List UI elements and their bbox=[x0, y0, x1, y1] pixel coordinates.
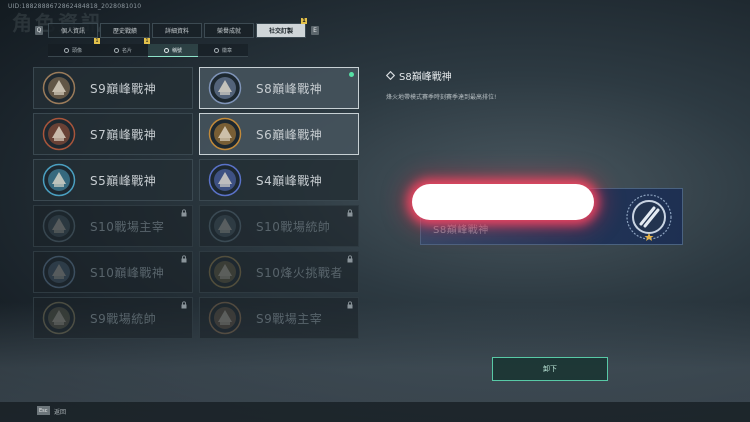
footer-bar bbox=[0, 402, 750, 422]
redaction-mark bbox=[412, 184, 594, 220]
title-icon bbox=[163, 47, 169, 53]
lock-icon bbox=[347, 255, 353, 263]
tab-label: 榮譽成就 bbox=[216, 28, 241, 35]
subtab-title[interactable]: 稱號 bbox=[148, 44, 198, 57]
subtab-label: 稱號 bbox=[171, 47, 182, 54]
tab-social-custom[interactable]: 社交訂製 1 bbox=[256, 18, 307, 38]
banner-title-text: S8巔峰戰神 bbox=[433, 225, 489, 236]
tab-label: 詳細資料 bbox=[164, 28, 189, 35]
main-tabs: 個人資訊 歷史戰績 詳細資料 榮譽成就 社交訂製 1 bbox=[48, 18, 307, 38]
title-card[interactable]: S10巔峰戰神 bbox=[33, 251, 193, 293]
notification-badge: 1 bbox=[301, 18, 307, 24]
lock-icon bbox=[347, 209, 353, 217]
prev-tab-key-hint[interactable]: Q bbox=[35, 26, 43, 35]
detail-title: S8巔峰戰神 bbox=[386, 68, 452, 83]
title-card[interactable]: S10烽火挑戰者 bbox=[199, 251, 359, 293]
tab-achievements[interactable]: 榮譽成就 bbox=[204, 23, 254, 38]
back-label: 返回 bbox=[54, 409, 67, 416]
avatar-icon bbox=[63, 47, 69, 53]
title-card[interactable]: S9巔峰戰神 bbox=[33, 67, 193, 109]
equipped-indicator bbox=[349, 72, 354, 77]
title-card-name: S10戰場統帥 bbox=[256, 219, 331, 234]
sub-tabs: 頭像 1 名片 1 稱號 徽章 bbox=[48, 38, 248, 57]
subtab-label: 名片 bbox=[121, 47, 132, 54]
title-card-name: S9戰場主宰 bbox=[256, 311, 323, 326]
unequip-button[interactable]: 卸下 bbox=[492, 357, 608, 381]
title-card[interactable]: S10戰場主宰 bbox=[33, 205, 193, 247]
title-card[interactable]: S9戰場主宰 bbox=[199, 297, 359, 339]
detail-description: 烽火地帶模式賽季時刻賽季達到最高排位! bbox=[386, 94, 497, 101]
s8-emblem-icon bbox=[626, 194, 672, 241]
subtab-namecard[interactable]: 名片 1 bbox=[98, 38, 150, 57]
title-grid: S9巔峰戰神 S8巔峰戰神 S7巔峰戰神 S6巔峰戰神 S5巔峰戰神 S4巔峰戰神 S10戰… bbox=[33, 67, 359, 339]
s10-commander-emblem-icon bbox=[208, 209, 242, 243]
detail-title-text: S8巔峰戰神 bbox=[399, 72, 452, 83]
lock-icon bbox=[181, 301, 187, 309]
s7-emblem-icon bbox=[42, 117, 76, 151]
title-card[interactable]: S6巔峰戰神 bbox=[199, 113, 359, 155]
title-card-name: S4巔峰戰神 bbox=[256, 173, 323, 188]
next-tab-key-hint[interactable]: E bbox=[311, 26, 319, 35]
tab-label: 個人資訊 bbox=[60, 28, 85, 35]
esc-key-hint[interactable]: Esc bbox=[37, 406, 50, 415]
s9-emblem-icon bbox=[42, 71, 76, 105]
s10-challenger-emblem-icon bbox=[208, 255, 242, 289]
s6-emblem-icon bbox=[208, 117, 242, 151]
title-card-name: S6巔峰戰神 bbox=[256, 127, 323, 142]
title-card[interactable]: S4巔峰戰神 bbox=[199, 159, 359, 201]
s9-commander-emblem-icon bbox=[42, 301, 76, 335]
title-card-name: S10戰場主宰 bbox=[90, 219, 165, 234]
tab-label: 歷史戰績 bbox=[112, 28, 137, 35]
s4-emblem-icon bbox=[208, 163, 242, 197]
badge-icon bbox=[213, 47, 219, 53]
subtab-badge[interactable]: 徽章 bbox=[198, 44, 248, 57]
title-card[interactable]: S8巔峰戰神 bbox=[199, 67, 359, 109]
diamond-bullet-icon bbox=[386, 71, 395, 80]
s5-emblem-icon bbox=[42, 163, 76, 197]
title-card-name: S5巔峰戰神 bbox=[90, 173, 157, 188]
s10-master-emblem-icon bbox=[42, 209, 76, 243]
subtab-avatar[interactable]: 頭像 1 bbox=[48, 38, 100, 57]
title-card-name: S7巔峰戰神 bbox=[90, 127, 157, 142]
title-card[interactable]: S10戰場統帥 bbox=[199, 205, 359, 247]
s10-peak-emblem-icon bbox=[42, 255, 76, 289]
title-card[interactable]: S5巔峰戰神 bbox=[33, 159, 193, 201]
lock-icon bbox=[181, 209, 187, 217]
title-card-name: S9戰場統帥 bbox=[90, 311, 157, 326]
title-card-name: S8巔峰戰神 bbox=[256, 81, 323, 96]
subtab-label: 頭像 bbox=[71, 47, 82, 54]
title-card-name: S9巔峰戰神 bbox=[90, 81, 157, 96]
tab-personal-info[interactable]: 個人資訊 bbox=[48, 23, 98, 38]
title-card-name: S10烽火挑戰者 bbox=[256, 265, 343, 280]
s9-master-emblem-icon bbox=[208, 301, 242, 335]
tab-details[interactable]: 詳細資料 bbox=[152, 23, 202, 38]
lock-icon bbox=[181, 255, 187, 263]
namecard-icon bbox=[113, 47, 119, 53]
title-card-name: S10巔峰戰神 bbox=[90, 265, 165, 280]
title-card[interactable]: S9戰場統帥 bbox=[33, 297, 193, 339]
tab-label: 社交訂製 bbox=[268, 28, 293, 35]
subtab-label: 徽章 bbox=[221, 47, 232, 54]
title-card[interactable]: S7巔峰戰神 bbox=[33, 113, 193, 155]
tab-history[interactable]: 歷史戰績 bbox=[100, 23, 150, 38]
s8-emblem-icon bbox=[208, 71, 242, 105]
lock-icon bbox=[347, 301, 353, 309]
